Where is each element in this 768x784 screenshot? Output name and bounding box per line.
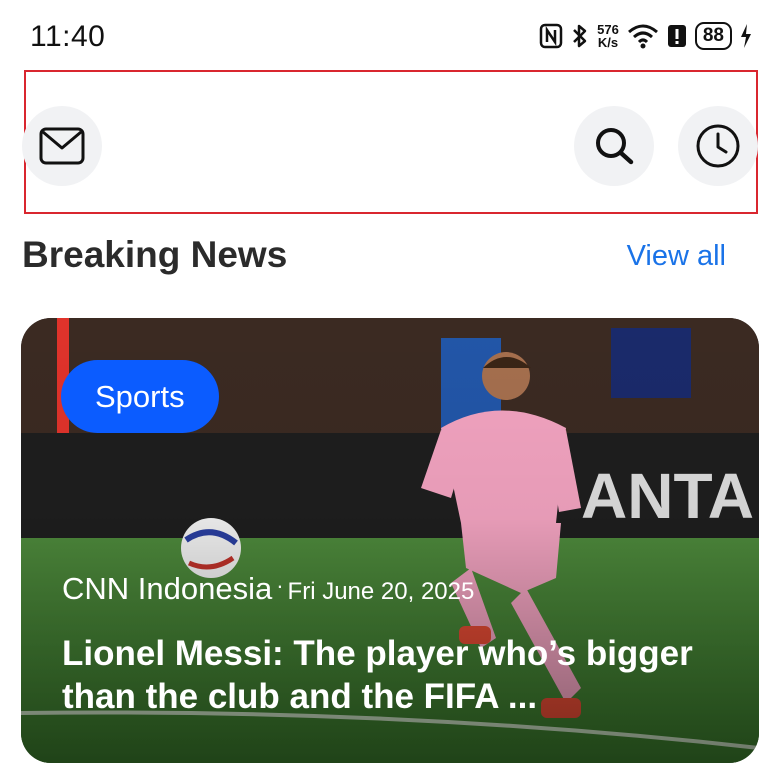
section-title: Breaking News bbox=[22, 234, 288, 275]
category-badge[interactable]: Sports bbox=[61, 360, 219, 433]
article-meta: CNN Indonesia · Fri June 20, 2025 bbox=[62, 571, 474, 607]
wifi-icon bbox=[627, 24, 658, 49]
alert-icon bbox=[667, 25, 686, 47]
history-icon bbox=[696, 124, 740, 168]
article-date: Fri June 20, 2025 bbox=[287, 578, 475, 605]
mail-button[interactable] bbox=[22, 106, 102, 186]
article-headline[interactable]: Lionel Messi: The player who’s bigger th… bbox=[62, 632, 722, 718]
charging-icon bbox=[741, 24, 751, 48]
bluetooth-icon bbox=[573, 24, 587, 48]
meta-separator: · bbox=[276, 573, 284, 598]
search-button[interactable] bbox=[574, 106, 654, 186]
article-source: CNN Indonesia bbox=[62, 571, 273, 606]
battery-indicator: 88 bbox=[694, 22, 732, 50]
status-bar: 11:40 576 K/s 88 bbox=[0, 0, 768, 70]
nfc-icon bbox=[539, 23, 563, 49]
network-speed-unit: K/s bbox=[597, 35, 619, 50]
network-speed: 576 K/s bbox=[597, 23, 619, 49]
top-bar bbox=[22, 70, 758, 214]
clock: 11:40 bbox=[30, 20, 106, 53]
view-all-link[interactable]: View all bbox=[627, 240, 726, 273]
mail-icon bbox=[39, 127, 85, 165]
history-button[interactable] bbox=[678, 106, 758, 186]
news-card[interactable]: ANTA Sports CNN Indonesia·Fri June 20, 2… bbox=[21, 318, 759, 763]
status-icons: 576 K/s 88 bbox=[539, 22, 752, 50]
search-icon bbox=[596, 128, 634, 165]
